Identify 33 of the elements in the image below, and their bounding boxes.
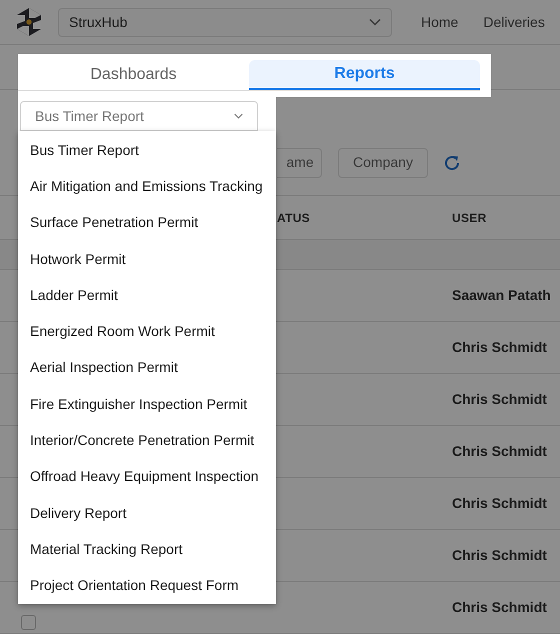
menu-item[interactable]: Interior/Concrete Penetration Permit [18, 422, 276, 459]
user-cell-text: Chris Schmidt [452, 442, 547, 461]
menu-item[interactable]: Surface Penetration Permit [18, 204, 276, 241]
project-select[interactable]: StruxHub [58, 8, 392, 36]
tab[interactable]: Reports [249, 60, 480, 90]
refresh-icon[interactable] [443, 154, 461, 172]
chevron-down-icon [234, 112, 243, 120]
user-cell-text: Chris Schmidt [452, 390, 547, 409]
user-cell-text: Chris Schmidt [452, 546, 547, 565]
user-cell-text: Chris Schmidt [452, 598, 547, 617]
menu-item[interactable]: Material Tracking Report [18, 531, 276, 568]
menu-item[interactable]: Fire Extinguisher Inspection Permit [18, 386, 276, 422]
user-cell-text: Saawan Patath [452, 286, 551, 305]
menu-item[interactable]: Offroad Heavy Equipment Inspection [18, 458, 276, 495]
report-select[interactable]: Bus Timer Report [20, 101, 258, 131]
menu-item[interactable]: Ladder Permit [18, 277, 276, 314]
menu-item[interactable]: Energized Room Work Permit [18, 313, 276, 350]
nav-link[interactable]: Home [421, 12, 458, 32]
menu-item[interactable]: Project Orientation Request Form [18, 568, 276, 604]
menu-item[interactable]: Air Mitigation and Emissions Tracking [18, 168, 276, 205]
menu-item[interactable]: Hotwork Permit [18, 240, 276, 278]
menu-item[interactable]: Bus Timer Report [18, 132, 276, 168]
logo-icon [14, 7, 44, 37]
user-cell-text: Chris Schmidt [452, 494, 547, 513]
column-header: USER [452, 210, 487, 226]
chevron-down-icon [369, 18, 381, 26]
menu-item[interactable]: Delivery Report [18, 494, 276, 532]
column-header: ATUS [277, 210, 311, 226]
user-cell-text: Chris Schmidt [452, 338, 547, 357]
row-checkbox[interactable] [21, 615, 36, 630]
menu-item[interactable]: Aerial Inspection Permit [18, 350, 276, 386]
nav-link[interactable]: Deliveries [483, 12, 545, 32]
tab[interactable]: Dashboards [18, 60, 249, 90]
